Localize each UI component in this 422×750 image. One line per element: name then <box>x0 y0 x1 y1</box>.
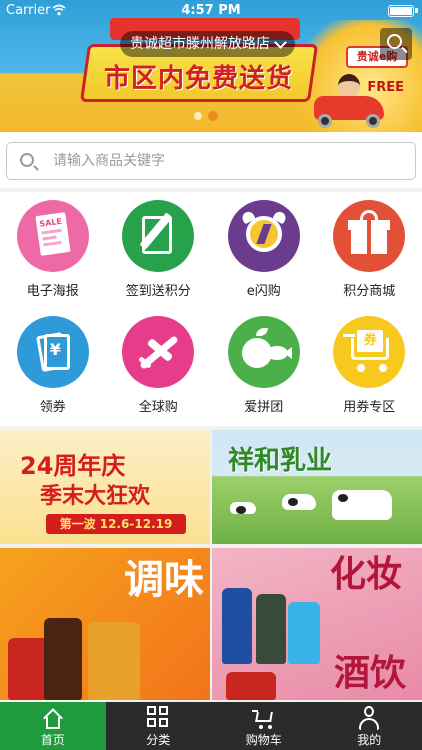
coupon-icon: ¥ <box>16 316 89 388</box>
category-label: 爱拼团 <box>244 400 284 415</box>
promo-date-strip: 第一波 12.6-12.19 <box>46 514 186 534</box>
promo-dairy[interactable]: 祥和乳业 <box>212 430 422 544</box>
fruit-fish-icon <box>227 316 300 388</box>
cart-coupon-icon: 券 <box>333 316 406 388</box>
tab-profile[interactable]: 我的 <box>317 702 422 750</box>
car-wheel-rear <box>366 114 380 128</box>
tab-label: 首页 <box>40 733 65 747</box>
soy-sauce-bottle-illustration <box>44 618 82 700</box>
shampoo-bottle-illustration <box>288 602 320 664</box>
wine-box-illustration <box>226 672 276 700</box>
promo-anniversary[interactable]: 24周年庆 季末大狂欢 第一波 12.6-12.19 <box>0 430 210 544</box>
poster-icon: SALE <box>16 200 89 272</box>
car-wheel-front <box>318 114 332 128</box>
category-get-coupons[interactable]: ¥ 领券 <box>0 308 106 426</box>
alarm-clock-icon <box>227 200 300 272</box>
battery-icon <box>388 5 414 17</box>
promo-title: 调味 <box>124 557 204 603</box>
promo-beauty[interactable]: 化妆 酒饮 <box>212 548 422 700</box>
category-coupon-zone[interactable]: 券 用券专区 <box>317 308 422 426</box>
tab-label: 分类 <box>146 733 171 747</box>
category-grid-icon <box>145 705 171 731</box>
search-icon <box>20 153 34 167</box>
men-cosmetic-illustration <box>256 594 286 664</box>
search-button[interactable] <box>380 28 412 60</box>
search-bar[interactable] <box>6 142 416 180</box>
home-icon <box>40 705 66 731</box>
category-global-shopping[interactable]: 全球购 <box>106 308 212 426</box>
carousel-dot-active[interactable] <box>208 111 218 121</box>
promo-title: 化妆 <box>330 554 403 595</box>
gift-icon <box>333 200 406 272</box>
delivery-driver-illustration <box>338 74 360 98</box>
search-icon <box>387 34 402 49</box>
clock: 4:57 PM <box>181 3 241 18</box>
cart-icon <box>251 705 277 731</box>
category-label: e闪购 <box>246 284 281 299</box>
cow-illustration <box>332 490 392 520</box>
category-label: 积分商城 <box>343 284 396 299</box>
banner-slogan: 市区内免费送货 <box>104 64 294 94</box>
sauce-bottle-illustration <box>8 638 48 700</box>
promo-title: 祥和乳业 <box>228 446 333 476</box>
category-flash-sale[interactable]: e闪购 <box>211 192 317 308</box>
battery-tip <box>415 8 418 13</box>
category-grid: SALE 电子海报 签到送积分 e闪购 积分商城 ¥ 领券 全球购 爱拼团 券 … <box>0 192 422 426</box>
bottom-tab-bar: 首页 分类 购物车 我的 <box>0 702 422 750</box>
tab-cart[interactable]: 购物车 <box>211 702 317 750</box>
sign-in-icon <box>122 200 195 272</box>
promo-seasoning[interactable]: 调味 <box>0 548 210 700</box>
user-icon <box>356 705 382 731</box>
cow-illustration <box>282 494 316 510</box>
category-label: 用券专区 <box>343 400 396 415</box>
tab-label: 我的 <box>357 733 382 747</box>
carousel-page-indicator[interactable] <box>194 111 218 121</box>
carousel-dot[interactable] <box>194 112 202 120</box>
store-name: 贵诚超市滕州解放路店 <box>130 36 270 52</box>
tab-home[interactable]: 首页 <box>0 702 106 750</box>
promo-subtitle: 季末大狂欢 <box>40 484 151 509</box>
category-sign-in-points[interactable]: 签到送积分 <box>106 192 212 308</box>
promo-title: 24周年庆 <box>20 452 126 480</box>
status-bar: Carrier 4:57 PM <box>0 0 422 22</box>
tab-label: 购物车 <box>245 733 282 747</box>
category-group-buy[interactable]: 爱拼团 <box>211 308 317 426</box>
category-label: 全球购 <box>138 400 178 415</box>
search-input[interactable] <box>53 143 403 179</box>
category-label: 领券 <box>39 400 66 415</box>
promo-title-secondary: 酒饮 <box>334 653 407 694</box>
oil-jug-illustration <box>88 622 140 700</box>
app-screen: 市区内免费送货 贵诚e购 FREE Carrier 4:57 PM 贵诚超市滕州… <box>0 0 422 750</box>
banner-free-text: FREE <box>367 80 404 95</box>
category-points-mall[interactable]: 积分商城 <box>317 192 422 308</box>
store-selector[interactable]: 贵诚超市滕州解放路店 <box>120 31 295 57</box>
tab-category[interactable]: 分类 <box>106 702 212 750</box>
airplane-icon <box>122 316 195 388</box>
chevron-down-icon <box>274 35 287 49</box>
category-label: 签到送积分 <box>125 284 191 299</box>
cow-illustration <box>230 502 256 514</box>
category-e-poster[interactable]: SALE 电子海报 <box>0 192 106 308</box>
category-label: 电子海报 <box>26 284 79 299</box>
search-section <box>0 132 422 188</box>
cosmetic-bottle-illustration <box>222 588 252 664</box>
